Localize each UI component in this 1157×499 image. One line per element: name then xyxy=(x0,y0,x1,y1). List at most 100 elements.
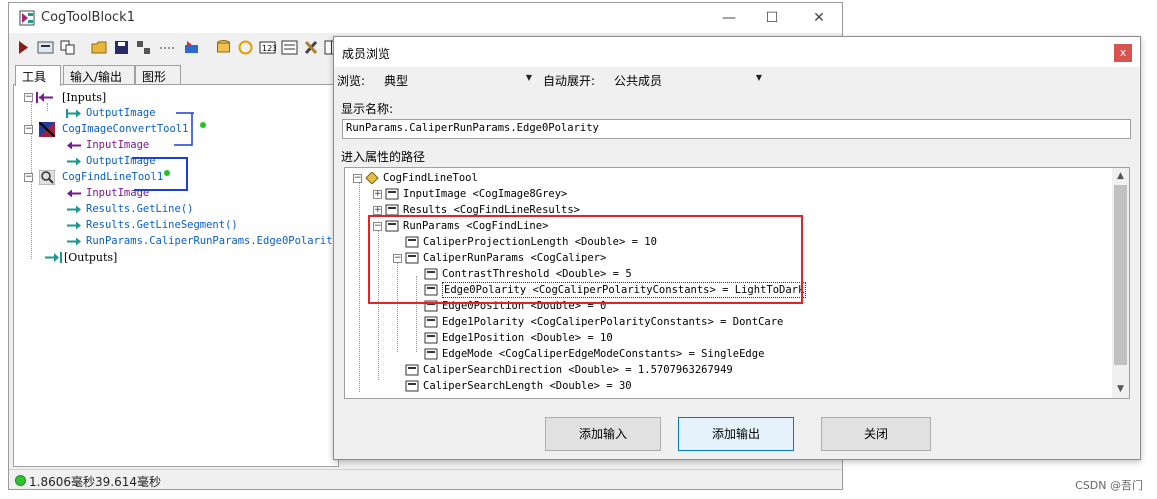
network-icon[interactable] xyxy=(135,39,152,56)
copy-icon[interactable] xyxy=(59,39,76,56)
path-node-label: InputImage <CogImage8Grey> xyxy=(403,188,568,200)
path-node-label: CaliperSearchDirection <Double> = 1.5707… xyxy=(423,364,733,376)
close-dialog-button[interactable]: 关闭 xyxy=(821,417,931,451)
path-node-edge1-polarity[interactable]: Edge1Polarity <CogCaliperPolarityConstan… xyxy=(424,314,844,330)
minimize-button[interactable]: — xyxy=(714,7,744,29)
tree-node-findline-input[interactable]: InputImage xyxy=(66,186,326,201)
path-label: 进入属性的路径 xyxy=(341,150,426,164)
browse-label: 浏览: xyxy=(337,74,366,88)
path-node-contrast-threshold[interactable]: ContrastThreshold <Double> = 5 xyxy=(424,266,844,282)
collapse-icon[interactable]: − xyxy=(393,254,402,263)
display-name-field[interactable]: RunParams.CaliperRunParams.Edge0Polarity xyxy=(342,119,1131,139)
path-node-edge-mode[interactable]: EdgeMode <CogCaliperEdgeModeConstants> =… xyxy=(424,346,844,362)
expand-icon[interactable]: + xyxy=(373,206,382,215)
tab-io[interactable]: 输入/输出 xyxy=(63,65,135,85)
display-name-value: RunParams.CaliperRunParams.Edge0Polarity xyxy=(346,122,599,134)
path-node-label: EdgeMode <CogCaliperEdgeModeConstants> =… xyxy=(442,348,765,360)
path-node-edge1-position[interactable]: Edge1Position <Double> = 10 xyxy=(424,330,844,346)
save-icon[interactable] xyxy=(113,39,130,56)
open-folder-icon[interactable] xyxy=(91,39,108,56)
path-node-edge0-position[interactable]: Edge0Position <Double> = 0 xyxy=(424,298,844,314)
collapse-icon[interactable]: − xyxy=(24,173,33,182)
path-node-label: Edge0Polarity <CogCaliperPolarityConstan… xyxy=(442,282,807,298)
collapse-icon[interactable]: − xyxy=(24,125,33,134)
tree-node-findline-getlinesegment[interactable]: Results.GetLineSegment() xyxy=(66,218,326,233)
path-node-inputimage[interactable]: + InputImage <CogImage8Grey> xyxy=(373,186,805,202)
output-arrow-icon xyxy=(67,221,81,230)
property-icon xyxy=(424,300,438,312)
path-node-label: RunParams <CogFindLine> xyxy=(403,220,549,232)
vertical-scrollbar[interactable]: ▲ ▼ xyxy=(1112,168,1129,398)
property-icon xyxy=(424,284,438,296)
expand-icon[interactable]: + xyxy=(373,190,382,199)
close-button[interactable]: ✕ xyxy=(804,7,834,29)
path-node-label: CogFindLineTool xyxy=(383,172,478,184)
property-icon xyxy=(424,268,438,280)
tree-node-inputs-outputimage[interactable]: OutputImage xyxy=(66,106,326,121)
image-convert-tool-icon xyxy=(39,122,55,137)
dotted-line-icon[interactable] xyxy=(159,39,176,56)
tree-node-label: [Outputs] xyxy=(64,251,118,264)
tree-node-findline-edge0polarity[interactable]: RunParams.CaliperRunParams.Edge0Polarity xyxy=(66,234,339,249)
property-icon xyxy=(405,364,419,376)
browse-select[interactable]: 典型 ▼ xyxy=(370,68,538,90)
status-timing: 1.8606毫秒39.614毫秒 xyxy=(29,475,161,489)
path-node-root[interactable]: − CogFindLineTool xyxy=(353,170,773,186)
scroll-down-icon[interactable]: ▼ xyxy=(1112,381,1129,398)
output-arrow-icon xyxy=(67,157,81,166)
property-icon xyxy=(424,332,438,344)
add-input-button[interactable]: 添加输入 xyxy=(545,417,661,451)
property-icon xyxy=(424,316,438,328)
tree-node-inputs[interactable]: − [Inputs] xyxy=(24,90,324,105)
add-output-button[interactable]: 添加输出 xyxy=(678,417,794,451)
path-node-label: ContrastThreshold <Double> = 5 xyxy=(442,268,632,280)
chevron-down-icon: ▼ xyxy=(755,73,762,82)
collapse-icon[interactable]: − xyxy=(24,93,33,102)
property-path-tree: − CogFindLineTool + InputImage <CogImage… xyxy=(344,167,1130,399)
tree-node-outputs[interactable]: [Outputs] xyxy=(44,250,244,265)
number-icon[interactable]: 123 xyxy=(259,39,276,56)
find-line-tool-icon xyxy=(39,170,55,185)
auto-expand-select[interactable]: 公共成员 ▼ xyxy=(606,68,768,90)
scroll-up-icon[interactable]: ▲ xyxy=(1112,168,1129,185)
dialog-close-button[interactable]: x xyxy=(1114,44,1132,62)
database-icon[interactable] xyxy=(215,39,232,56)
tool-tree: − [Inputs] OutputImage − CogImageConvert… xyxy=(13,84,339,467)
form-icon[interactable] xyxy=(281,39,298,56)
tree-node-label: Results.GetLine() xyxy=(86,203,194,215)
collapse-icon[interactable]: − xyxy=(353,174,362,183)
path-node-caliper-search-length[interactable]: CaliperSearchLength <Double> = 30 xyxy=(405,378,825,394)
tree-node-label: RunParams.CaliperRunParams.Edge0Polarity xyxy=(86,235,339,247)
path-node-caliper-projection-length[interactable]: CaliperProjectionLength <Double> = 10 xyxy=(405,234,825,250)
dialog-titlebar: 成员浏览 x xyxy=(334,37,1140,67)
path-node-label: Edge1Position <Double> = 10 xyxy=(442,332,613,344)
refresh-icon[interactable] xyxy=(237,39,254,56)
path-node-edge0-polarity[interactable]: Edge0Polarity <CogCaliperPolarityConstan… xyxy=(424,282,844,298)
auto-expand-label: 自动展开: xyxy=(543,74,596,88)
status-ok-icon xyxy=(15,475,26,486)
path-node-runparams[interactable]: − RunParams <CogFindLine> xyxy=(373,218,805,234)
tree-node-label: [Inputs] xyxy=(62,91,107,104)
maximize-button[interactable]: ☐ xyxy=(757,7,787,29)
tab-graphics[interactable]: 图形 xyxy=(135,65,181,85)
tab-tools[interactable]: 工具 xyxy=(15,65,61,86)
main-toolbar: 123 xyxy=(9,35,339,61)
collapse-icon[interactable]: − xyxy=(373,222,382,231)
path-node-results[interactable]: + Results <CogFindLineResults> xyxy=(373,202,805,218)
dialog-title: 成员浏览 xyxy=(342,47,391,61)
scrollbar-thumb[interactable] xyxy=(1114,185,1127,365)
tools-icon[interactable] xyxy=(303,39,320,56)
property-icon xyxy=(385,220,399,232)
reset-icon[interactable] xyxy=(183,39,200,56)
property-icon xyxy=(385,188,399,200)
input-arrow-icon xyxy=(67,141,81,150)
tree-node-imageconvert-input[interactable]: InputImage xyxy=(66,138,326,153)
run-continuous-icon[interactable] xyxy=(37,39,54,56)
tree-node-label: OutputImage xyxy=(86,107,156,119)
path-node-caliper-run-params[interactable]: − CaliperRunParams <CogCaliper> xyxy=(393,250,825,266)
tree-node-findline-getline[interactable]: Results.GetLine() xyxy=(66,202,326,217)
tree-node-imageconvert-output[interactable]: OutputImage xyxy=(66,154,326,169)
run-icon[interactable] xyxy=(15,39,32,56)
path-node-caliper-search-direction[interactable]: CaliperSearchDirection <Double> = 1.5707… xyxy=(405,362,825,378)
output-arrow-icon xyxy=(66,109,81,118)
